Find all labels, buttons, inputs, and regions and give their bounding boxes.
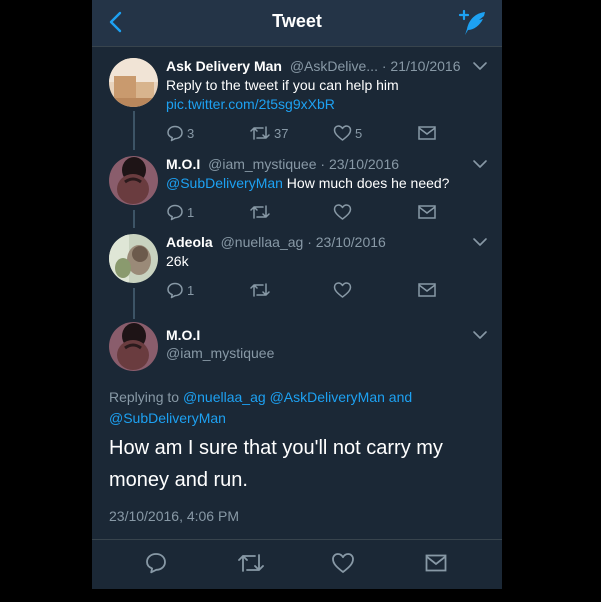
envelope-icon <box>425 554 447 572</box>
chevron-down-icon <box>473 62 487 70</box>
reply-icon <box>167 282 183 299</box>
compose-feather-icon <box>458 9 485 35</box>
chevron-down-icon <box>473 238 487 246</box>
reply-button[interactable]: 3 <box>166 123 194 143</box>
heart-icon <box>333 204 352 220</box>
retweet-button[interactable] <box>249 202 271 222</box>
tweet-header: Ask Delivery Man @AskDelive... · 21/10/2… <box>166 58 464 74</box>
tweet-actions: 3 37 5 <box>166 123 466 143</box>
like-button[interactable]: 5 <box>333 123 362 143</box>
tweet-text: Reply to the tweet if you can help him p… <box>166 76 486 114</box>
page-title: Tweet <box>272 11 322 31</box>
left-margin <box>0 0 92 602</box>
reply-count: 3 <box>187 125 195 141</box>
mention-link[interactable]: @SubDeliveryMan <box>109 410 226 426</box>
mention-link[interactable]: @AskDeliveryMan <box>270 389 385 405</box>
tweet-body: How much does he need? <box>282 175 450 191</box>
author-name[interactable]: Ask Delivery Man <box>166 58 282 74</box>
retweet-button[interactable] <box>237 551 265 575</box>
compose-tweet-button[interactable] <box>456 8 488 38</box>
tweet-header: M.O.I @iam_mystiquee · 23/10/2016 <box>166 156 466 172</box>
tweet-date: · 23/10/2016 <box>307 234 386 250</box>
mention-link[interactable]: @nuellaa_ag <box>183 389 266 405</box>
bottom-margin <box>0 589 601 602</box>
thread-tweet[interactable]: Ask Delivery Man @AskDelive... · 21/10/2… <box>92 58 502 148</box>
like-button[interactable] <box>333 202 352 222</box>
retweet-icon <box>250 205 270 219</box>
divider <box>92 539 502 540</box>
reply-icon <box>167 125 183 142</box>
envelope-icon <box>418 283 436 297</box>
retweet-button[interactable]: 37 <box>249 123 288 143</box>
retweet-button[interactable] <box>249 280 271 300</box>
author-handle[interactable]: @nuellaa_ag <box>221 234 304 250</box>
reply-icon <box>167 204 183 221</box>
avatar[interactable] <box>109 234 158 283</box>
author-name[interactable]: M.O.I <box>166 327 200 343</box>
reply-button[interactable] <box>144 551 168 575</box>
tweet-date: · 23/10/2016 <box>320 156 400 172</box>
author-name[interactable]: Adeola <box>166 234 213 250</box>
replying-to: Replying to @nuellaa_ag @AskDeliveryMan … <box>109 387 469 429</box>
tweet-options-button[interactable] <box>471 235 489 249</box>
like-count: 5 <box>355 125 363 141</box>
avatar[interactable] <box>109 322 158 371</box>
message-button[interactable] <box>417 202 437 222</box>
reply-button[interactable]: 1 <box>166 280 194 300</box>
like-button[interactable] <box>331 551 355 575</box>
message-button[interactable] <box>417 280 437 300</box>
tweet-options-button[interactable] <box>471 59 489 73</box>
tweet-detail-screen: Tweet Ask Delivery Man @AskDelive... · 2… <box>92 0 502 589</box>
replying-prefix: Replying to <box>109 389 183 405</box>
author-handle[interactable]: @AskDelive... <box>290 58 378 74</box>
mention-link[interactable]: @SubDeliveryMan <box>166 175 283 191</box>
heart-icon <box>333 282 352 298</box>
tweet-body: 26k <box>166 253 189 269</box>
tweet-header: Adeola @nuellaa_ag · 23/10/2016 <box>166 234 466 250</box>
author-handle[interactable]: @iam_mystiquee <box>166 345 274 361</box>
message-button[interactable] <box>417 123 437 143</box>
retweet-icon <box>250 283 270 297</box>
tweet-actions: 1 <box>166 202 466 222</box>
reply-button[interactable]: 1 <box>166 202 194 222</box>
tweet-date: · 21/10/2016 <box>381 58 461 74</box>
tweet-body: Reply to the tweet if you can help him <box>166 77 399 93</box>
chevron-down-icon <box>473 160 487 168</box>
nav-bar: Tweet <box>92 0 502 47</box>
reply-count: 1 <box>187 282 195 298</box>
chevron-down-icon <box>473 331 487 339</box>
avatar[interactable] <box>109 156 158 205</box>
media-link[interactable]: pic.twitter.com/2t5sg9xXbR <box>166 95 486 114</box>
tweet-actions: 1 <box>166 280 466 300</box>
envelope-icon <box>418 126 436 140</box>
avatar[interactable] <box>109 58 158 107</box>
like-button[interactable] <box>333 280 352 300</box>
right-margin <box>502 0 601 602</box>
tweet-options-button[interactable] <box>471 157 489 171</box>
tweet-timestamp: 23/10/2016, 4:06 PM <box>109 508 239 524</box>
tweet-options-button[interactable] <box>471 328 489 342</box>
thread-tweet[interactable]: Adeola @nuellaa_ag · 23/10/2016 26k 1 <box>92 234 502 304</box>
author-name[interactable]: M.O.I <box>166 156 200 172</box>
message-button[interactable] <box>424 551 448 575</box>
retweet-icon <box>238 554 264 572</box>
reply-icon <box>146 553 166 574</box>
envelope-icon <box>418 205 436 219</box>
retweet-count: 37 <box>274 125 289 141</box>
thread-tweet[interactable]: M.O.I @iam_mystiquee · 23/10/2016 @SubDe… <box>92 156 502 226</box>
replying-and[interactable]: and <box>385 389 412 405</box>
heart-icon <box>332 553 354 573</box>
author-handle[interactable]: @iam_mystiquee <box>208 156 316 172</box>
retweet-icon <box>250 126 270 140</box>
tweet-body: How am I sure that you'll not carry my m… <box>109 437 443 491</box>
reply-count: 1 <box>187 204 195 220</box>
tweet-text: @SubDeliveryMan How much does he need? <box>166 174 486 193</box>
heart-icon <box>333 125 352 141</box>
